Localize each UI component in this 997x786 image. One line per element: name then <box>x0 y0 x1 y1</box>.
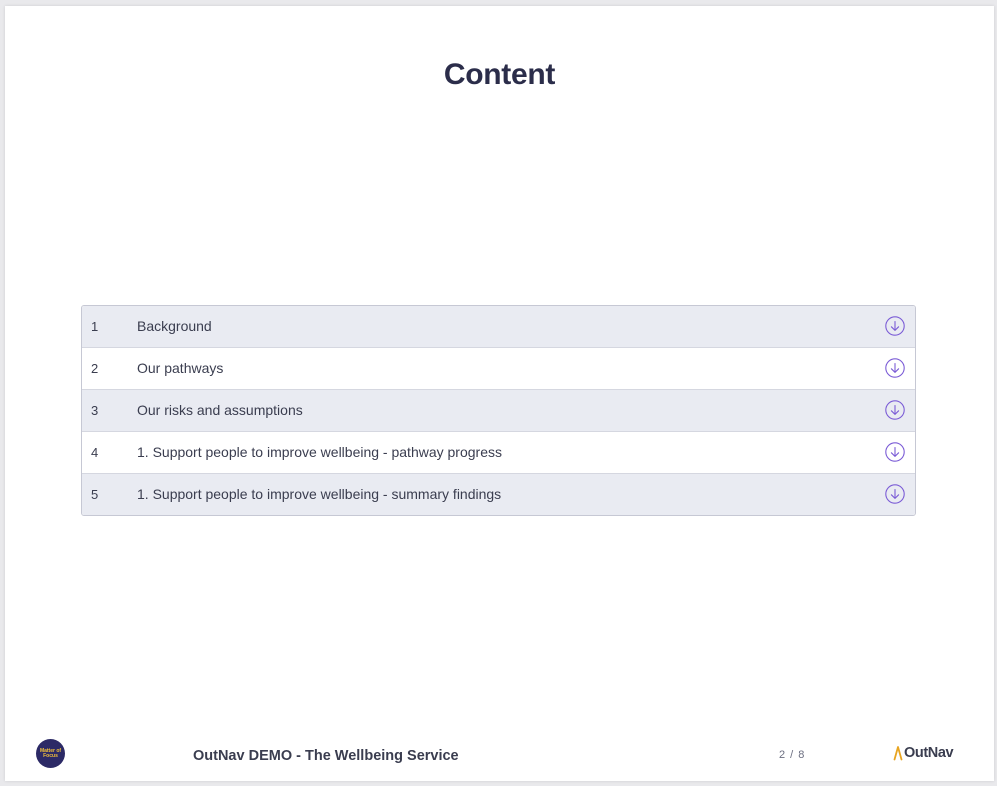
outnav-brand-logo: OutNav <box>893 743 954 763</box>
toc-item-number: 2 <box>91 361 99 376</box>
toc-item-background[interactable]: 1 Background <box>82 306 915 347</box>
toc-item-summary-findings[interactable]: 5 1. Support people to improve wellbeing… <box>82 473 915 515</box>
toc-item-number: 3 <box>91 403 99 418</box>
toc-item-risks-assumptions[interactable]: 3 Our risks and assumptions <box>82 389 915 431</box>
outnav-mark-icon <box>893 746 903 761</box>
toc-item-number: 4 <box>91 445 99 460</box>
footer-title: OutNav DEMO - The Wellbeing Service <box>193 748 459 764</box>
toc-item-label[interactable]: Our risks and assumptions <box>137 402 303 419</box>
toc-item-number: 5 <box>91 487 99 502</box>
arrow-down-circle-icon[interactable] <box>885 358 905 378</box>
toc-item-label[interactable]: Our pathways <box>137 360 223 377</box>
arrow-down-circle-icon[interactable] <box>885 442 905 462</box>
toc-item-our-pathways[interactable]: 2 Our pathways <box>82 347 915 389</box>
toc-item-label[interactable]: 1. Support people to improve wellbeing -… <box>137 444 502 461</box>
brand-name: OutNav <box>904 745 954 761</box>
table-of-contents: 1 Background 2 Our pathways 3 Our risks … <box>81 305 916 516</box>
slide: Content 1 Background 2 Our pathways 3 Ou… <box>5 6 994 781</box>
page-title: Content <box>443 58 556 91</box>
logo-text: Matter of Focus <box>39 747 62 759</box>
toc-item-number: 1 <box>91 319 99 334</box>
matter-of-focus-logo: Matter of Focus <box>36 739 65 768</box>
arrow-down-circle-icon[interactable] <box>885 400 905 420</box>
toc-item-label[interactable]: 1. Support people to improve wellbeing -… <box>137 486 501 503</box>
toc-item-pathway-progress[interactable]: 4 1. Support people to improve wellbeing… <box>82 431 915 473</box>
arrow-down-circle-icon[interactable] <box>885 484 905 504</box>
arrow-down-circle-icon[interactable] <box>885 316 905 336</box>
page-indicator: 2 / 8 <box>779 749 806 761</box>
toc-item-label[interactable]: Background <box>137 318 212 335</box>
